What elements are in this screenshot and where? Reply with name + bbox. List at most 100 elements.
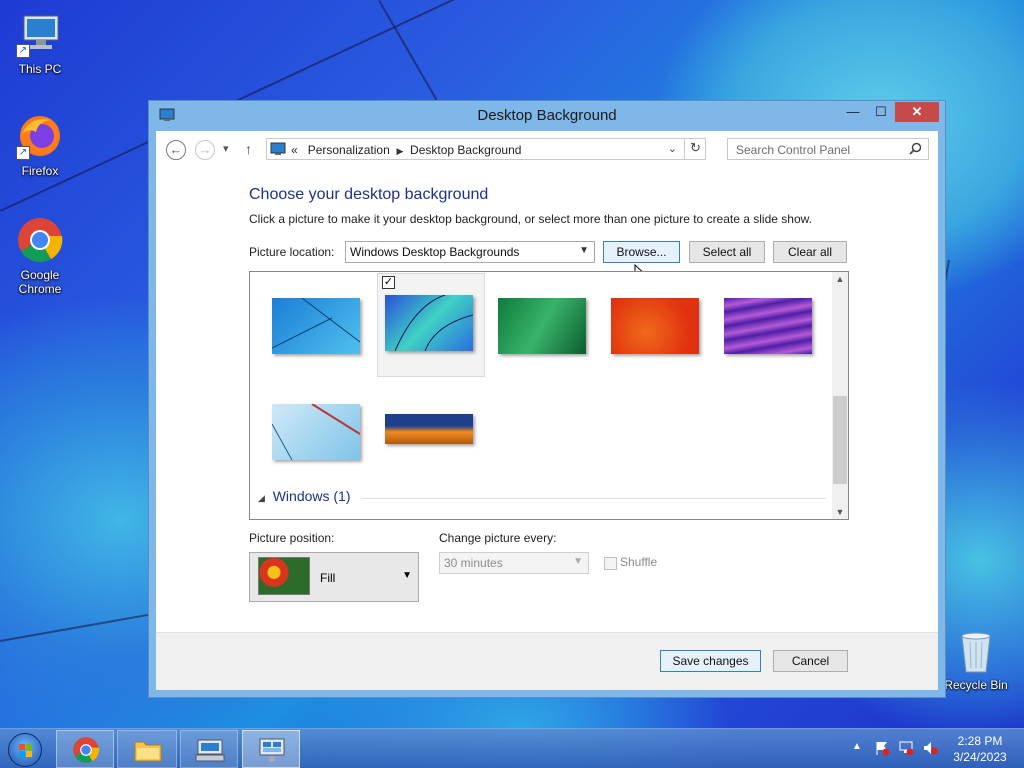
picture-position-value: Fill: [320, 571, 336, 585]
breadcrumb-desktop-background[interactable]: Desktop Background: [410, 143, 521, 157]
gallery-scrollbar[interactable]: ▲ ▼: [832, 272, 848, 519]
window-client: ← → ▾ ↑ « Personalization ▶ Desktop Back…: [156, 131, 938, 690]
chrome-icon: [16, 216, 64, 264]
dialog-footer: Save changes Cancel: [156, 632, 938, 690]
computer-icon: ↗: [16, 10, 64, 58]
change-interval-select[interactable]: 30 minutes ▼: [439, 552, 589, 574]
navigation-bar: ← → ▾ ↑ « Personalization ▶ Desktop Back…: [156, 131, 938, 169]
back-button[interactable]: ←: [166, 140, 186, 160]
clock-date: 3/24/2023: [953, 750, 1007, 764]
cancel-button[interactable]: Cancel: [773, 650, 848, 672]
breadcrumb-separator-icon[interactable]: ▶: [396, 146, 403, 156]
thumbnail-image: [498, 298, 586, 354]
desktop-icon-firefox[interactable]: ↗ Firefox: [2, 112, 78, 178]
thumbnail-image: [271, 297, 361, 354]
chevron-down-icon: ▼: [402, 570, 412, 581]
thumbnail-checkbox[interactable]: ✓: [382, 276, 395, 289]
close-button[interactable]: ✕: [895, 102, 939, 122]
windows-logo-icon: [19, 744, 32, 757]
desktop-icon-label: Google Chrome: [18, 268, 62, 296]
taskbar-control-panel-button[interactable]: [242, 730, 300, 768]
recycle-bin-icon: [952, 630, 1000, 674]
wallpaper-thumbnail[interactable]: [595, 276, 703, 380]
control-panel-icon: [259, 738, 285, 762]
taskbar-on-screen-keyboard-button[interactable]: [180, 730, 238, 768]
group-divider: [362, 498, 826, 499]
browse-button[interactable]: Browse...: [603, 241, 680, 263]
save-changes-button[interactable]: Save changes: [660, 650, 761, 672]
folder-icon: [134, 741, 162, 762]
up-button[interactable]: ↑: [245, 141, 252, 157]
picture-position-select[interactable]: Fill ▼: [249, 552, 419, 602]
shuffle-checkbox[interactable]: [604, 557, 617, 570]
scroll-down-icon[interactable]: ▼: [832, 507, 848, 517]
wallpaper-thumbnail[interactable]: [256, 276, 364, 380]
thumbnail-image: [271, 403, 361, 461]
desktop-icon-label: Firefox: [21, 164, 59, 178]
desktop-background-window: Desktop Background — ☐ ✕ ← → ▾ ↑ « Perso…: [148, 100, 946, 698]
wallpaper-gallery[interactable]: ✓ ◢ Windows (1) ▲ ▼: [249, 271, 849, 520]
title-bar[interactable]: Desktop Background — ☐ ✕: [149, 101, 945, 131]
taskbar: ▲ 2:28 PM 3/24/2023: [0, 728, 1024, 768]
start-button[interactable]: [8, 733, 42, 767]
breadcrumb-overflow[interactable]: «: [291, 143, 298, 157]
group-header-windows[interactable]: ◢ Windows (1): [258, 488, 351, 504]
breadcrumb-personalization[interactable]: Personalization: [308, 143, 390, 157]
refresh-icon[interactable]: ↻: [684, 138, 706, 160]
system-clock[interactable]: 2:28 PM 3/24/2023: [944, 733, 1016, 765]
thumbnail-image: [385, 414, 473, 444]
address-history-chevron-icon[interactable]: ⌄: [668, 142, 677, 155]
action-center-flag-icon[interactable]: [874, 740, 890, 759]
taskbar-file-explorer-button[interactable]: [117, 730, 177, 768]
page-instructions: Click a picture to make it your desktop …: [249, 212, 812, 226]
clock-time: 2:28 PM: [957, 734, 1003, 748]
window-title: Desktop Background: [477, 107, 617, 124]
wallpaper-thumbnail[interactable]: ✓: [377, 273, 485, 377]
clear-all-button[interactable]: Clear all: [773, 241, 847, 263]
position-preview-image: [258, 557, 310, 595]
chevron-down-icon: ▼: [579, 245, 589, 256]
picture-location-value: Windows Desktop Backgrounds: [350, 245, 520, 259]
taskbar-chrome-button[interactable]: [56, 730, 114, 768]
search-box[interactable]: Search Control Panel: [727, 138, 929, 160]
desktop-icon-label: This PC: [18, 62, 62, 76]
search-input[interactable]: Search Control Panel: [736, 143, 850, 157]
wallpaper-thumbnail[interactable]: [708, 276, 816, 380]
select-all-button[interactable]: Select all: [689, 241, 765, 263]
desktop-icon-this-pc[interactable]: ↗ This PC: [2, 10, 78, 76]
picture-position-label: Picture position:: [249, 531, 335, 545]
scrollbar-thumb[interactable]: [833, 396, 847, 484]
picture-location-label: Picture location:: [249, 245, 335, 259]
forward-button[interactable]: →: [195, 140, 215, 160]
desktop-icon-label: Recycle Bin: [944, 678, 1008, 692]
shuffle-label: Shuffle: [620, 555, 658, 569]
desktop-icon-recycle-bin[interactable]: Recycle Bin: [938, 630, 1014, 692]
page-heading: Choose your desktop background: [249, 186, 489, 203]
maximize-button[interactable]: ☐: [867, 102, 895, 122]
collapse-triangle-icon[interactable]: ◢: [258, 493, 265, 503]
control-panel-icon: [270, 141, 286, 160]
breadcrumb: « Personalization ▶ Desktop Background: [291, 143, 521, 157]
group-label: Windows (1): [272, 488, 351, 504]
keyboard-icon: [195, 739, 225, 762]
recent-pages-dropdown[interactable]: ▾: [223, 142, 229, 155]
thumbnail-image: [724, 298, 812, 354]
minimize-button[interactable]: —: [839, 102, 867, 122]
volume-muted-icon[interactable]: [922, 740, 938, 759]
show-hidden-icons-icon[interactable]: ▲: [852, 741, 862, 752]
firefox-icon: ↗: [16, 112, 64, 160]
picture-location-select[interactable]: Windows Desktop Backgrounds ▼: [345, 241, 595, 263]
scroll-up-icon[interactable]: ▲: [832, 274, 848, 284]
desktop-icon-chrome[interactable]: Google Chrome: [2, 216, 78, 296]
network-icon[interactable]: [898, 740, 914, 759]
change-picture-label: Change picture every:: [439, 531, 557, 545]
search-icon[interactable]: [909, 142, 922, 158]
thumbnail-image: [385, 294, 474, 352]
chrome-icon: [73, 737, 100, 763]
wallpaper-thumbnail[interactable]: [256, 382, 364, 486]
address-bar[interactable]: « Personalization ▶ Desktop Background ⌄…: [266, 138, 706, 160]
wallpaper-thumbnail[interactable]: [369, 382, 477, 486]
change-interval-value: 30 minutes: [444, 556, 503, 570]
thumbnail-image: [611, 298, 699, 354]
wallpaper-thumbnail[interactable]: [482, 276, 590, 380]
